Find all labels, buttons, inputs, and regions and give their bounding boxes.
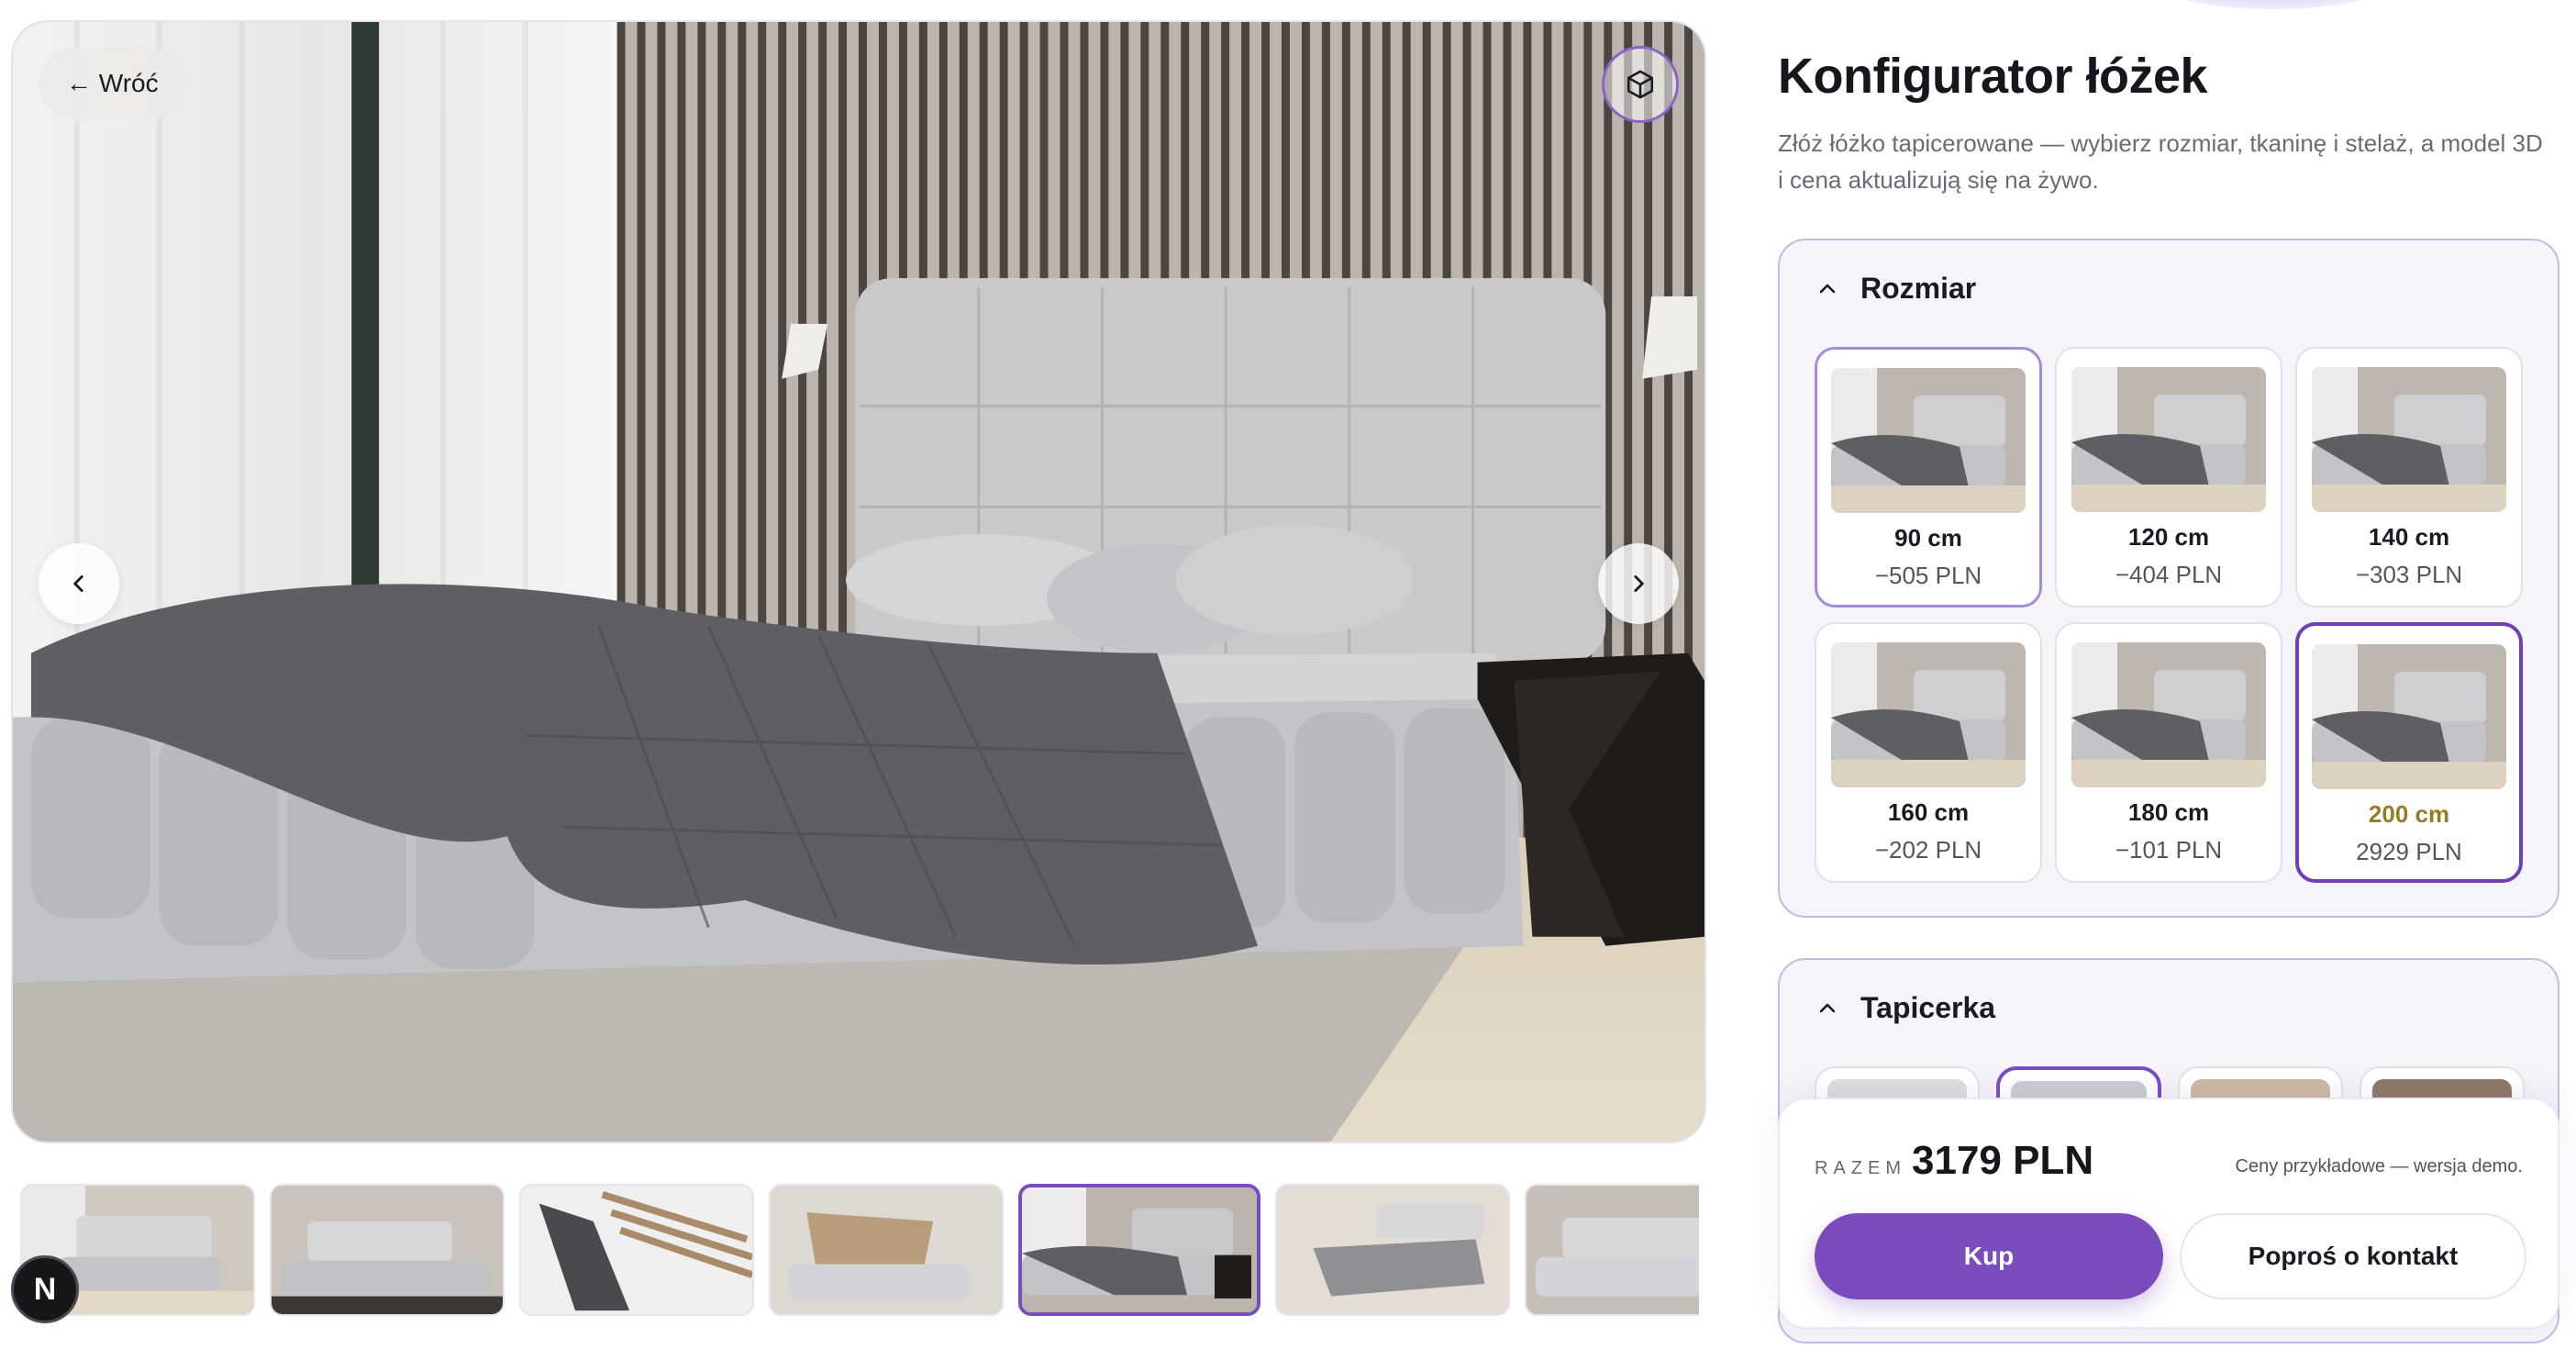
- chevron-up-icon: [1819, 1003, 1836, 1012]
- app-badge[interactable]: N: [11, 1255, 79, 1323]
- thumbnail-strip: [20, 1184, 1699, 1320]
- configurator-page: ← Wróć N Konfigurator łóżek Złóż łóżko t…: [0, 0, 2576, 1349]
- chevron-up-icon: [1819, 284, 1836, 293]
- size-option-image: [1831, 368, 2026, 513]
- page-subtitle: Złóż łóżko tapicerowane — wybierz rozmia…: [1778, 129, 2543, 194]
- buy-button-label: Kup: [1963, 1242, 2015, 1270]
- size-option-120[interactable]: 120 cm −404 PLN: [2055, 347, 2282, 608]
- size-option-image: [1831, 642, 2026, 787]
- size-option-label: 200 cm: [2368, 800, 2450, 828]
- view-3d-button[interactable]: [1602, 46, 1679, 123]
- size-option-180[interactable]: 180 cm −101 PLN: [2055, 622, 2282, 883]
- size-option-160[interactable]: 160 cm −202 PLN: [1815, 622, 2042, 883]
- back-label: ← Wróć: [66, 69, 159, 97]
- size-option-image: [2071, 367, 2266, 512]
- configurator-panel: Konfigurator łóżek Złóż łóżko tapicerowa…: [1778, 0, 2559, 1349]
- chevron-right-icon: [1634, 575, 1644, 592]
- contact-button-label: Poproś o kontakt: [2248, 1242, 2459, 1270]
- size-option-image: [2312, 644, 2506, 789]
- size-option-label: 120 cm: [2127, 523, 2210, 551]
- size-options: 90 cm −505 PLN 120 cm −404 PLN 140 cm −3…: [1815, 347, 2530, 883]
- size-option-price: −101 PLN: [2115, 836, 2223, 864]
- price-note: Ceny przykładowe — wersja demo.: [2235, 1156, 2523, 1176]
- thumbnail-4[interactable]: [769, 1184, 1004, 1316]
- order-summary: RAZEM 3179 PLN Ceny przykładowe — wersja…: [1778, 1098, 2559, 1329]
- next-image-button[interactable]: [1598, 543, 1679, 624]
- chevron-left-icon: [73, 575, 83, 592]
- size-option-price: 2929 PLN: [2356, 838, 2462, 865]
- size-option-price: −303 PLN: [2355, 561, 2463, 588]
- size-option-image: [2312, 367, 2506, 512]
- size-option-image: [2071, 642, 2266, 787]
- thumbnail-6[interactable]: [1275, 1184, 1510, 1316]
- size-option-90[interactable]: 90 cm −505 PLN: [1815, 347, 2042, 608]
- upholstery-section-title: Tapicerka: [1860, 991, 1996, 1024]
- thumbnail-3[interactable]: [519, 1184, 754, 1316]
- size-option-label: 140 cm: [2368, 523, 2450, 551]
- size-section-header[interactable]: Rozmiar: [1816, 272, 1976, 306]
- previous-image-button[interactable]: [39, 543, 119, 624]
- size-section-title: Rozmiar: [1860, 272, 1977, 305]
- size-option-label: 180 cm: [2127, 798, 2210, 826]
- size-option-label: 90 cm: [1894, 524, 1962, 552]
- thumbnail-7[interactable]: [1525, 1184, 1699, 1316]
- buy-button[interactable]: Kup: [1815, 1213, 2163, 1299]
- total-label: RAZEM: [1815, 1158, 1906, 1178]
- size-option-label: 160 cm: [1887, 798, 1970, 826]
- bed-product-image: [13, 22, 1704, 1142]
- page-title: Konfigurator łóżek: [1778, 49, 2208, 104]
- contact-button[interactable]: Poproś o kontakt: [2180, 1213, 2526, 1299]
- size-option-200[interactable]: 200 cm 2929 PLN: [2295, 622, 2523, 883]
- size-option-140[interactable]: 140 cm −303 PLN: [2295, 347, 2523, 608]
- thumbnail-2[interactable]: [270, 1184, 505, 1316]
- product-image-viewer[interactable]: ← Wróć: [11, 20, 1706, 1143]
- size-option-price: −505 PLN: [1874, 562, 1982, 589]
- thumbnail-5[interactable]: [1018, 1184, 1260, 1316]
- badge-letter: N: [33, 1271, 57, 1307]
- size-option-price: −202 PLN: [1874, 836, 1982, 864]
- upholstery-section-header[interactable]: Tapicerka: [1816, 991, 1995, 1025]
- total-amount: 3179 PLN: [1912, 1138, 2094, 1183]
- cube-icon: [1627, 70, 1654, 99]
- size-section: Rozmiar 90 cm −505 PLN 120 cm −404 PLN 1…: [1778, 239, 2559, 918]
- size-option-price: −404 PLN: [2115, 561, 2223, 588]
- back-button[interactable]: ← Wróć: [39, 48, 186, 119]
- decorative-glow: [2163, 0, 2383, 9]
